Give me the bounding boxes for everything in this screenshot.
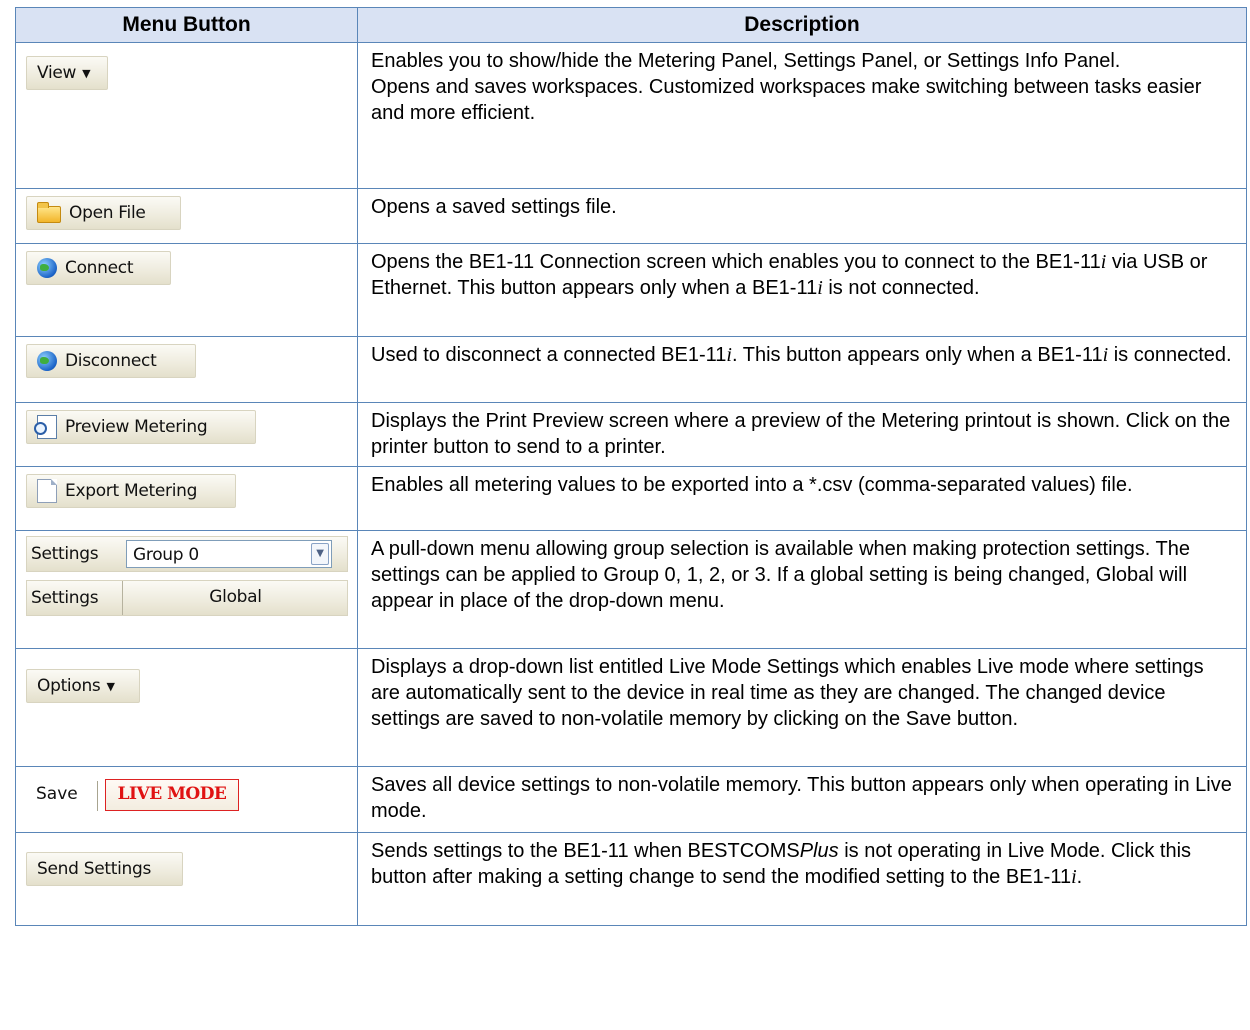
view-button-label: View (37, 63, 77, 83)
send-settings-button[interactable]: Send Settings (26, 852, 183, 886)
global-button[interactable]: Global (122, 581, 348, 615)
table-row: Send Settings Sends settings to the BE1-… (15, 832, 1247, 926)
send-settings-label: Send Settings (37, 859, 152, 879)
menu-button-header: Menu Button (15, 7, 358, 43)
table-row: Export Metering Enables all metering val… (15, 466, 1247, 531)
settings-group-selector: Settings Group 0 ▼ (26, 536, 348, 572)
chevron-down-icon[interactable]: ▼ (311, 543, 329, 565)
settings-description: A pull-down menu allowing group selectio… (357, 530, 1247, 649)
open-file-label: Open File (69, 203, 146, 223)
table-row: View ▼ Enables you to show/hide the Meter… (15, 42, 1247, 189)
export-metering-button[interactable]: Export Metering (26, 474, 236, 508)
save-live-mode-toolbar: Save LIVE MODE (26, 776, 250, 814)
export-metering-description: Enables all metering values to be export… (357, 466, 1247, 531)
print-preview-icon (34, 415, 57, 439)
open-file-button[interactable]: Open File (26, 196, 181, 230)
send-settings-description: Sends settings to the BE1-11 when BESTCO… (357, 832, 1247, 926)
view-menu-button[interactable]: View ▼ (26, 56, 108, 90)
table-row: Disconnect Used to disconnect a connecte… (15, 336, 1247, 403)
table-row: Save LIVE MODE Saves all device settings… (15, 766, 1247, 833)
folder-icon (37, 201, 61, 223)
save-button[interactable]: Save (36, 784, 78, 804)
save-description: Saves all device settings to non-volatil… (357, 766, 1247, 833)
table-row: Connect Opens the BE1-11 Connection scre… (15, 243, 1247, 337)
settings-global-selector: Settings Global (26, 580, 348, 616)
globe-icon (37, 258, 57, 278)
header-row: Menu Button Description (15, 7, 1247, 43)
settings-label: Settings (31, 544, 99, 564)
table-row: Settings Group 0 ▼ Settings Global A pul… (15, 530, 1247, 649)
caret-down-icon: ▼ (82, 66, 91, 80)
preview-metering-description: Displays the Print Preview screen where … (357, 402, 1247, 467)
options-menu-button[interactable]: Options ▼ (26, 669, 140, 703)
preview-metering-button[interactable]: Preview Metering (26, 410, 256, 444)
disconnect-label: Disconnect (65, 351, 157, 371)
disconnect-button[interactable]: Disconnect (26, 344, 196, 378)
connect-description: Opens the BE1-11 Connection screen which… (357, 243, 1247, 337)
preview-metering-label: Preview Metering (65, 417, 208, 437)
description-header: Description (357, 7, 1247, 43)
export-metering-label: Export Metering (65, 481, 198, 501)
live-mode-button[interactable]: LIVE MODE (105, 779, 239, 811)
view-description: Enables you to show/hide the Metering Pa… (357, 42, 1247, 189)
table-row: Preview Metering Displays the Print Prev… (15, 402, 1247, 467)
caret-down-icon: ▼ (106, 679, 115, 693)
table-row: Open File Opens a saved settings file. (15, 188, 1247, 244)
toolbar-separator (97, 781, 98, 811)
table-row: Options ▼ Displays a drop-down list entit… (15, 648, 1247, 767)
settings-label: Settings (31, 588, 99, 608)
globe-icon (37, 351, 57, 371)
options-description: Displays a drop-down list entitled Live … (357, 648, 1247, 767)
group-dropdown-value: Group 0 (133, 545, 199, 565)
options-button-label: Options (37, 676, 101, 696)
document-icon (37, 479, 57, 503)
connect-label: Connect (65, 258, 134, 278)
connect-button[interactable]: Connect (26, 251, 171, 285)
menu-button-table: Menu Button Description View ▼ Enables yo… (15, 7, 1247, 926)
disconnect-description: Used to disconnect a connected BE1-11i. … (357, 336, 1247, 403)
open-file-description: Opens a saved settings file. (357, 188, 1247, 244)
group-dropdown[interactable]: Group 0 ▼ (126, 540, 332, 568)
